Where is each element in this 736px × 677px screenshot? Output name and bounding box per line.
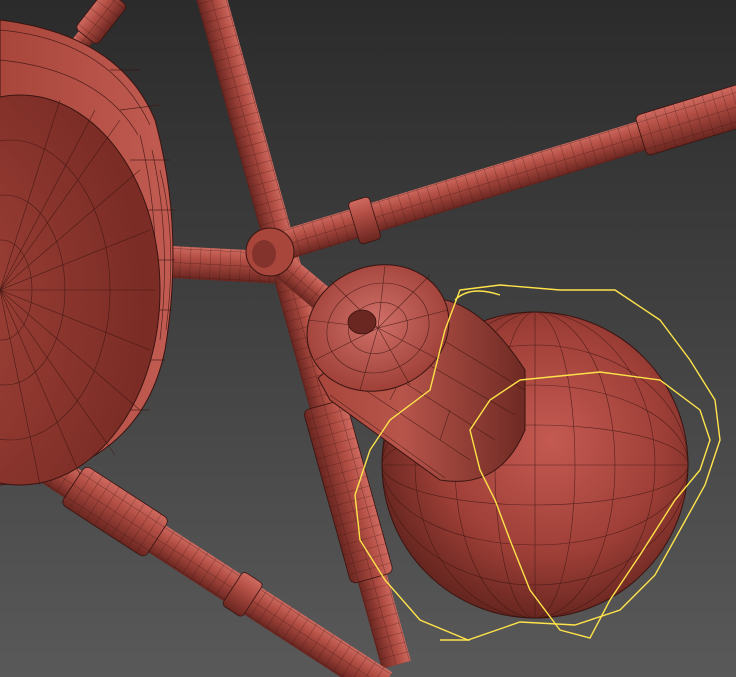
rod-joint[interactable] [245,227,295,277]
3d-viewport[interactable] [0,0,736,677]
viewport-canvas[interactable] [0,0,736,677]
